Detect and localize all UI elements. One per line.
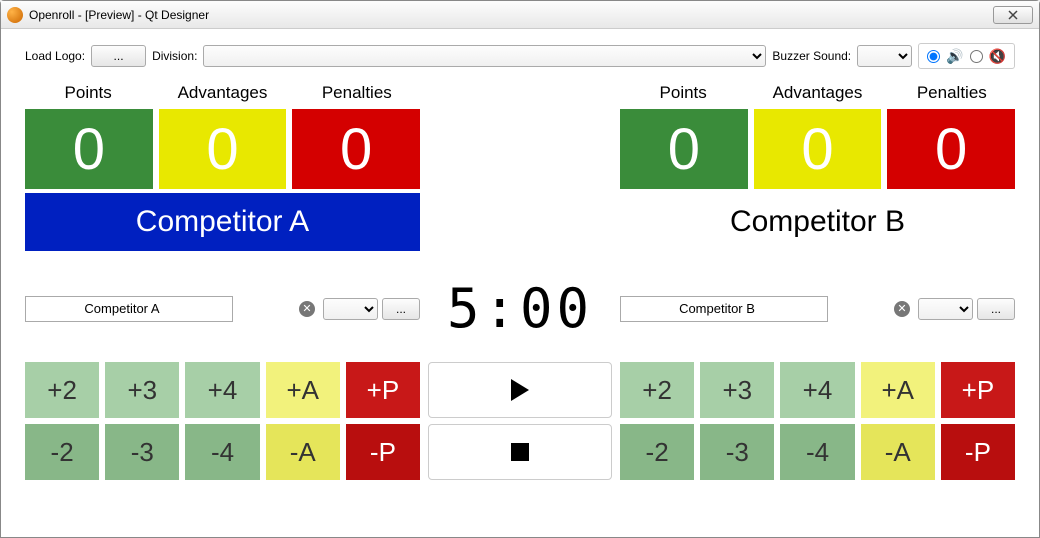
minusP-a[interactable]: -P — [346, 424, 420, 480]
plus3-b[interactable]: +3 — [700, 362, 774, 418]
input-wrap-a: ✕ — [25, 296, 319, 322]
more-button-b[interactable]: ... — [977, 298, 1015, 320]
side-b: Points Advantages Penalties 0 0 0 Compet… — [620, 83, 1015, 251]
competitor-a-input[interactable] — [25, 296, 233, 322]
minus2-b[interactable]: -2 — [620, 424, 694, 480]
buttons-b: +2 +3 +4 +A +P -2 -3 -4 -A -P — [620, 362, 1015, 480]
titlebar: Openroll - [Preview] - Qt Designer — [1, 1, 1039, 29]
input-group-a: ✕ ... — [25, 296, 420, 322]
close-icon: ✕ — [302, 302, 311, 315]
plus4-a[interactable]: +4 — [185, 362, 259, 418]
minusP-b[interactable]: -P — [941, 424, 1015, 480]
minus3-a[interactable]: -3 — [105, 424, 179, 480]
buzzer-select[interactable] — [857, 45, 912, 67]
close-button[interactable] — [993, 6, 1033, 24]
division-label: Division: — [152, 49, 197, 63]
buttons-a: +2 +3 +4 +A +P -2 -3 -4 -A -P — [25, 362, 420, 480]
plusA-b[interactable]: +A — [861, 362, 935, 418]
plus2-b[interactable]: +2 — [620, 362, 694, 418]
minusA-a[interactable]: -A — [266, 424, 340, 480]
plus4-b[interactable]: +4 — [780, 362, 854, 418]
scores-b: 0 0 0 — [620, 109, 1015, 189]
penalties-header-a: Penalties — [294, 83, 420, 109]
plusP-a[interactable]: +P — [346, 362, 420, 418]
play-button[interactable] — [428, 362, 612, 418]
more-button-a[interactable]: ... — [382, 298, 420, 320]
sound-off-radio[interactable] — [970, 50, 983, 63]
advantages-b: 0 — [754, 109, 882, 189]
scores-a: 0 0 0 — [25, 109, 420, 189]
input-wrap-b: ✕ — [620, 296, 914, 322]
side-a: Points Advantages Penalties 0 0 0 Compet… — [25, 83, 420, 251]
sound-radio-group: 🔊 🔇 — [918, 43, 1015, 69]
clear-b-button[interactable]: ✕ — [894, 301, 910, 317]
flag-select-b[interactable] — [918, 298, 973, 320]
advantages-a: 0 — [159, 109, 287, 189]
plus3-a[interactable]: +3 — [105, 362, 179, 418]
plus-row-a: +2 +3 +4 +A +P — [25, 362, 420, 418]
play-icon — [511, 379, 529, 401]
points-a: 0 — [25, 109, 153, 189]
top-toolbar: Load Logo: ... Division: Buzzer Sound: 🔊… — [25, 43, 1015, 69]
window-title: Openroll - [Preview] - Qt Designer — [29, 8, 993, 22]
advantages-header-b: Advantages — [754, 83, 880, 109]
points-b: 0 — [620, 109, 748, 189]
load-logo-label: Load Logo: — [25, 49, 85, 63]
mid-row: ✕ ... 5:00 ✕ ... — [25, 269, 1015, 348]
minusA-b[interactable]: -A — [861, 424, 935, 480]
plusP-b[interactable]: +P — [941, 362, 1015, 418]
headers-a: Points Advantages Penalties — [25, 83, 420, 109]
stop-icon — [511, 443, 529, 461]
advantages-header-a: Advantages — [159, 83, 285, 109]
penalties-header-b: Penalties — [889, 83, 1015, 109]
competitor-b-input[interactable] — [620, 296, 828, 322]
name-banner-b: Competitor B — [620, 193, 1015, 251]
close-icon — [1008, 10, 1018, 20]
load-logo-button[interactable]: ... — [91, 45, 146, 67]
clear-a-button[interactable]: ✕ — [299, 301, 315, 317]
points-header-b: Points — [620, 83, 746, 109]
sound-on-radio[interactable] — [927, 50, 940, 63]
name-banner-a: Competitor A — [25, 193, 420, 251]
minus4-b[interactable]: -4 — [780, 424, 854, 480]
minus-row-b: -2 -3 -4 -A -P — [620, 424, 1015, 480]
center-buttons — [428, 362, 612, 480]
points-header-a: Points — [25, 83, 151, 109]
content: Load Logo: ... Division: Buzzer Sound: 🔊… — [1, 29, 1039, 498]
stop-button[interactable] — [428, 424, 612, 480]
flag-select-a[interactable] — [323, 298, 378, 320]
score-buttons: +2 +3 +4 +A +P -2 -3 -4 -A -P — [25, 362, 1015, 480]
timer: 5:00 — [420, 269, 620, 348]
app-window: Openroll - [Preview] - Qt Designer Load … — [0, 0, 1040, 538]
minus-row-a: -2 -3 -4 -A -P — [25, 424, 420, 480]
minus4-a[interactable]: -4 — [185, 424, 259, 480]
sound-off-icon: 🔇 — [989, 48, 1006, 65]
penalties-a: 0 — [292, 109, 420, 189]
sound-on-icon: 🔊 — [946, 48, 963, 65]
app-icon — [7, 7, 23, 23]
headers-b: Points Advantages Penalties — [620, 83, 1015, 109]
penalties-b: 0 — [887, 109, 1015, 189]
division-select[interactable] — [203, 45, 766, 67]
plus-row-b: +2 +3 +4 +A +P — [620, 362, 1015, 418]
buzzer-label: Buzzer Sound: — [772, 49, 851, 63]
input-group-b: ✕ ... — [620, 296, 1015, 322]
plus2-a[interactable]: +2 — [25, 362, 99, 418]
minus3-b[interactable]: -3 — [700, 424, 774, 480]
minus2-a[interactable]: -2 — [25, 424, 99, 480]
close-icon: ✕ — [897, 302, 906, 315]
plusA-a[interactable]: +A — [266, 362, 340, 418]
scoreboards: Points Advantages Penalties 0 0 0 Compet… — [25, 83, 1015, 251]
